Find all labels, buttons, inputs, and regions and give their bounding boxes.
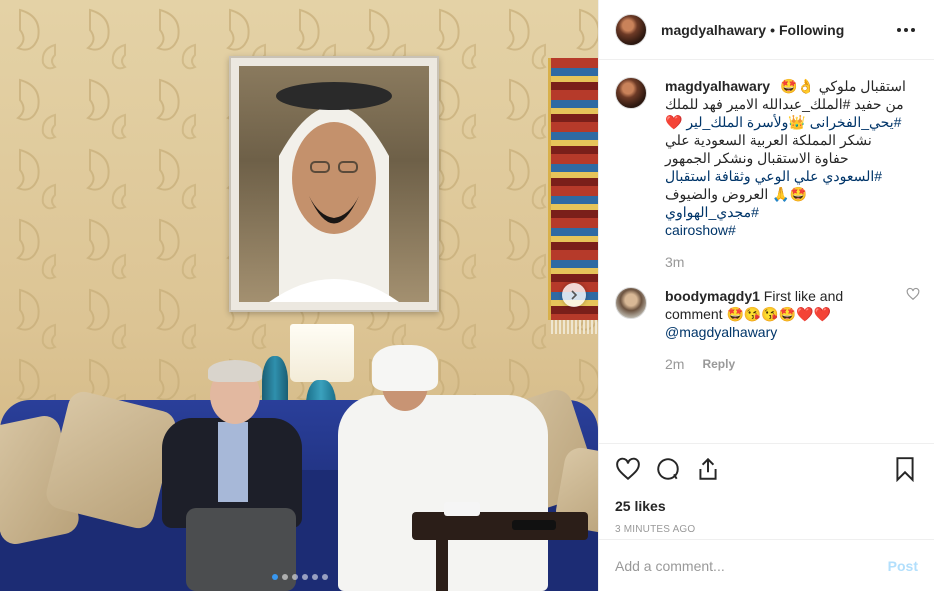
comment-time[interactable]: 2m — [665, 355, 684, 373]
carousel-dot — [312, 574, 318, 580]
carousel-dot — [322, 574, 328, 580]
framed-portrait — [229, 56, 439, 312]
comment-like-icon[interactable] — [906, 287, 920, 301]
next-arrow-icon[interactable] — [562, 283, 586, 307]
carousel-dot — [292, 574, 298, 580]
likes-count[interactable]: 25 likes — [615, 498, 918, 514]
caption: magdyalhawary استقبال ملوكي 👌🤩 من حفيد #… — [615, 77, 918, 271]
mention-link[interactable]: @magdyalhawary — [665, 324, 777, 340]
post-photo[interactable] — [0, 0, 598, 591]
carousel-dots — [272, 574, 328, 580]
caption-line: من حفيد #الملك_عبدالله الامير فهد للملك — [665, 96, 904, 112]
hashtag-link[interactable]: #cairoshow — [665, 221, 918, 239]
separator-dot: • — [770, 21, 775, 38]
caption-time[interactable]: 3m — [665, 253, 684, 271]
header-username[interactable]: magdyalhawary — [661, 22, 766, 38]
action-icons — [615, 454, 918, 484]
post-actions: 25 likes 3 minutes ago — [599, 443, 934, 535]
share-icon[interactable] — [695, 456, 721, 482]
carousel-dot — [272, 574, 278, 580]
wall-tapestry — [548, 58, 598, 334]
table-leg — [436, 540, 448, 591]
more-options-icon[interactable] — [894, 18, 918, 42]
comment-username[interactable]: boodymagdy1 — [665, 288, 760, 304]
post-timestamp[interactable]: 3 minutes ago — [615, 524, 918, 535]
tissue-box — [444, 502, 480, 516]
following-button[interactable]: Following — [779, 22, 844, 38]
reply-button[interactable]: Reply — [702, 355, 735, 373]
side-table — [412, 512, 588, 540]
hashtag-link[interactable]: #مجدي_الهواوي — [665, 203, 918, 221]
caption-meta: 3m — [665, 253, 918, 271]
seated-man-left — [162, 360, 312, 591]
avatar[interactable] — [615, 287, 647, 319]
caption-text: استقبال ملوكي 👌🤩 من حفيد #الملك_عبدالله … — [665, 78, 918, 239]
carousel-dot — [302, 574, 308, 580]
caption-line: نشكر المملكة العربية السعودية علي — [665, 132, 872, 148]
add-comment-bar: Post — [599, 539, 934, 591]
caption-line: حفاوة الاستقبال ونشكر الجمهور — [665, 150, 849, 166]
caption-line[interactable]: #السعودي علي الوعي وثقافة استقبال — [665, 167, 918, 185]
caption-username[interactable]: magdyalhawary — [665, 78, 770, 94]
caption-line[interactable]: #يحي_الفخرانى 👑ولأسرة الملك_لير ❤️ — [665, 113, 918, 131]
comment-row: boodymagdy1 First like and comment 🤩😘😘🤩❤… — [615, 287, 920, 373]
comments-section: magdyalhawary استقبال ملوكي 👌🤩 من حفيد #… — [599, 61, 934, 442]
comment-meta: 2m Reply — [665, 355, 892, 373]
post-header: magdyalhawary • Following — [599, 0, 934, 60]
caption-line: استقبال ملوكي 👌🤩 — [779, 78, 906, 94]
heart-icon[interactable] — [615, 456, 641, 482]
comment-icon[interactable] — [655, 456, 681, 482]
bookmark-icon[interactable] — [892, 456, 918, 482]
comment-input[interactable] — [615, 557, 888, 574]
carousel-dot — [282, 574, 288, 580]
remote-control — [512, 520, 556, 530]
avatar[interactable] — [615, 13, 647, 46]
post-panel: magdyalhawary • Following magdyalhawary … — [598, 0, 934, 591]
post-button[interactable]: Post — [888, 558, 918, 574]
avatar[interactable] — [615, 77, 647, 109]
caption-line: 🤩🙏 العروض والضيوف — [665, 186, 807, 202]
